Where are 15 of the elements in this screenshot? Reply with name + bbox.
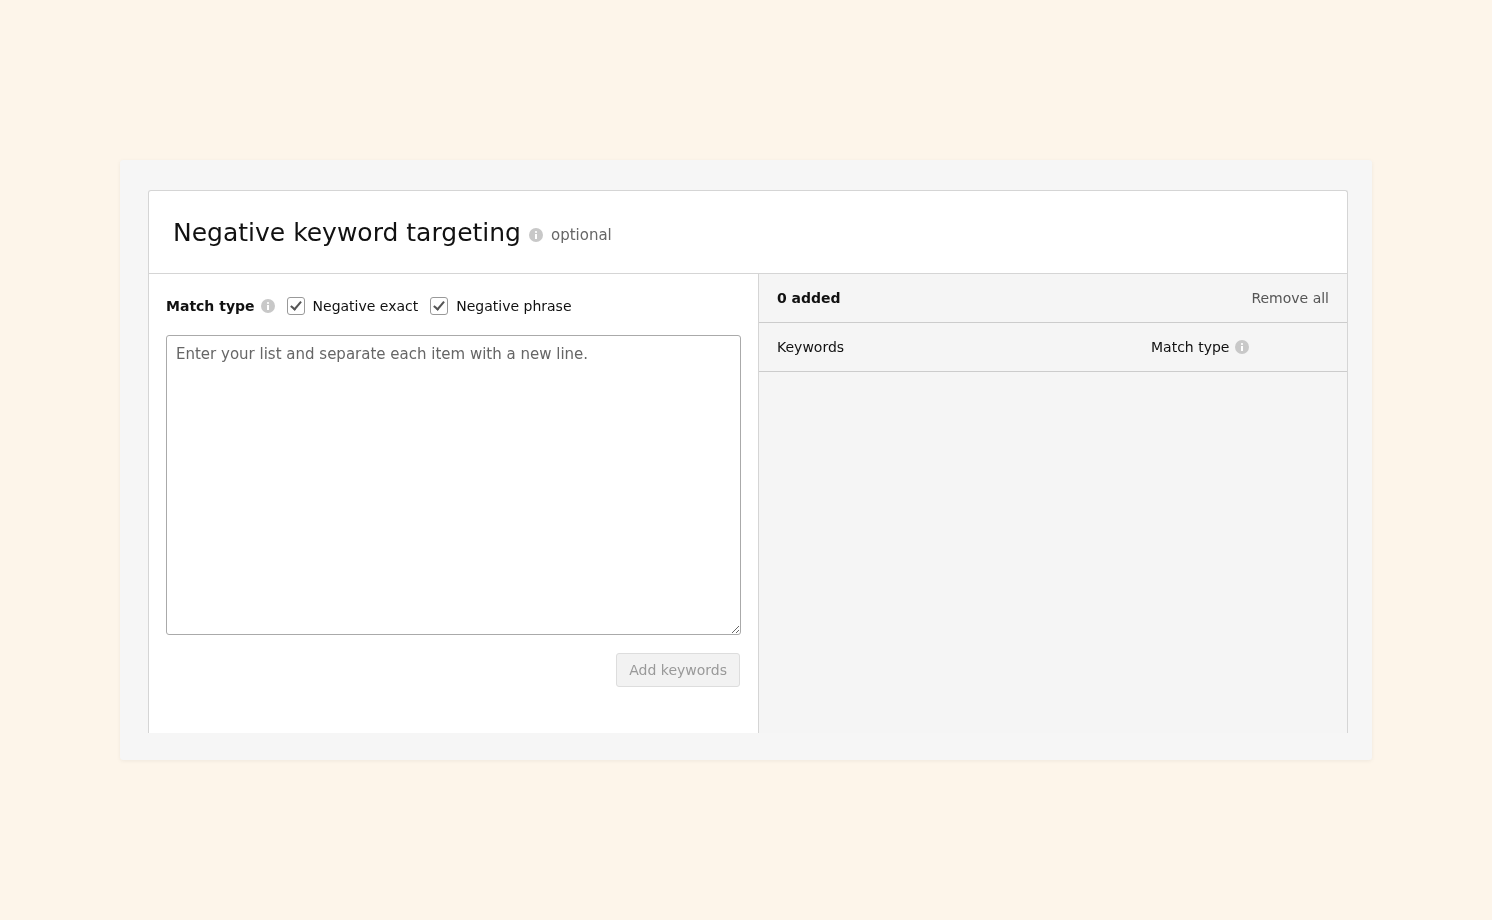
checkbox[interactable] xyxy=(286,297,305,315)
checkbox[interactable] xyxy=(430,297,449,315)
match-type-label: Match type xyxy=(166,298,255,314)
optional-label: optional xyxy=(551,226,612,244)
keyword-input-field[interactable]: Enter your list and separate each item with a new line. xyxy=(166,335,741,635)
checkbox-label: Negative phrase xyxy=(456,298,572,314)
checkbox-label: Negative exact xyxy=(312,298,419,314)
column-header: Keywords xyxy=(777,339,845,355)
remove-all-link[interactable]: Remove all xyxy=(1251,290,1329,306)
info-icon[interactable] xyxy=(260,299,275,313)
added-count: 0 added xyxy=(777,290,841,306)
column-header: Match type xyxy=(1151,339,1230,355)
info-icon[interactable] xyxy=(529,228,543,242)
info-icon[interactable] xyxy=(1235,340,1250,354)
section-title: Negative keyword targeting xyxy=(173,217,521,247)
